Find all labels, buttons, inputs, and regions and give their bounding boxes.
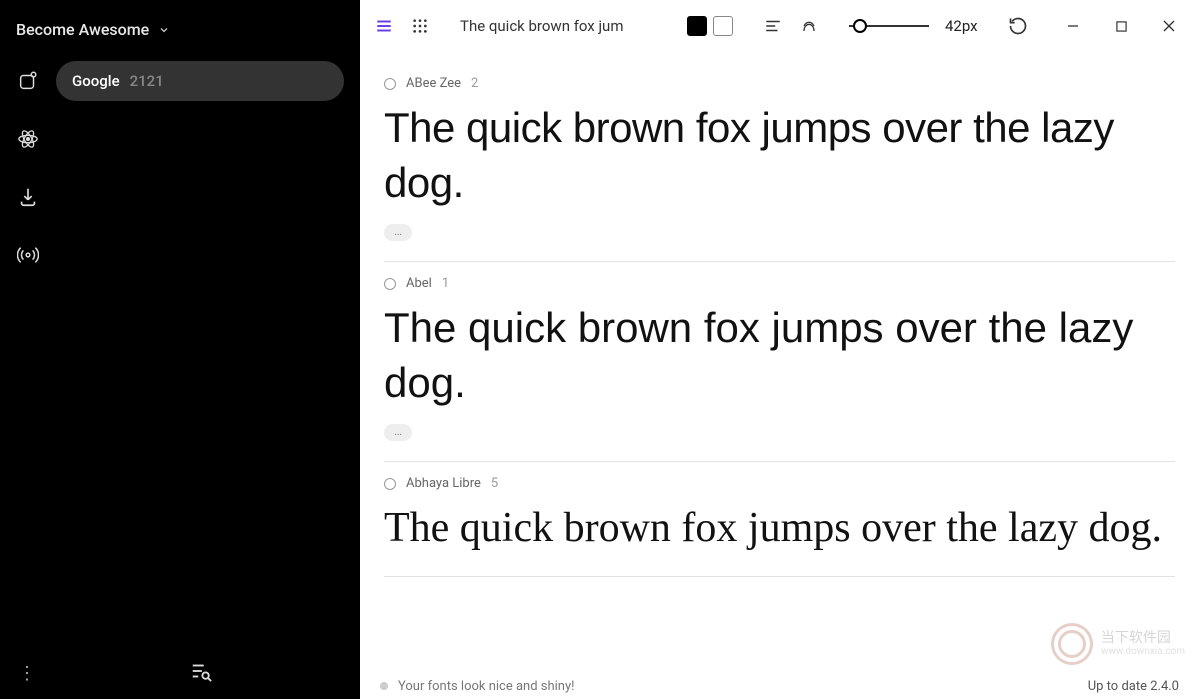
list-view-icon[interactable] [372,14,396,38]
font-name: Abhaya Libre [406,476,481,491]
size-slider[interactable] [849,16,929,36]
folder-icon[interactable] [16,69,40,93]
workspace-title: Become Awesome [16,20,149,39]
toolbar: 42px [360,0,1199,52]
sidebar-item-label: Google [72,72,120,90]
main-panel: 42px ABee Zee 2 The [360,0,1199,699]
window-maximize-button[interactable] [1103,8,1139,44]
font-variant-count: 1 [442,276,450,291]
font-variant-count: 2 [471,76,479,91]
font-row: Abhaya Libre 5 The quick brown fox jumps… [384,462,1175,577]
window-close-button[interactable] [1151,8,1187,44]
align-left-icon[interactable] [761,14,785,38]
chevron-down-icon [157,23,171,37]
select-font-radio[interactable] [384,278,396,290]
download-icon[interactable] [16,185,40,209]
font-name: Abel [406,276,432,291]
text-color-swatch-black[interactable] [687,16,707,36]
sidebar-rail [0,55,56,647]
font-sample[interactable]: The quick brown fox jumps over the lazy … [384,301,1175,410]
status-indicator-icon [380,682,388,690]
font-sample[interactable]: The quick brown fox jumps over the lazy … [384,501,1175,556]
font-name: ABee Zee [406,76,461,91]
version-label: Up to date 2.4.0 [1088,679,1179,694]
font-row: Abel 1 The quick brown fox jumps over th… [384,262,1175,462]
ligatures-icon[interactable] [797,14,821,38]
status-message: Your fonts look nice and shiny! [398,679,575,694]
workspace-switcher[interactable]: Become Awesome [0,0,360,55]
sidebar: Become Awesome [0,0,360,699]
font-list: ABee Zee 2 The quick brown fox jumps ove… [360,52,1199,673]
sidebar-item-google[interactable]: Google 2121 [56,61,344,101]
grid-view-icon[interactable] [408,14,432,38]
text-color-swatch-white[interactable] [713,16,733,36]
sidebar-item-count: 2121 [130,72,164,90]
size-value: 42px [945,17,978,35]
select-font-radio[interactable] [384,478,396,490]
font-more-button[interactable]: … [384,424,412,441]
font-variant-count: 5 [491,476,499,491]
select-font-radio[interactable] [384,78,396,90]
atom-icon[interactable] [16,127,40,151]
broadcast-icon[interactable] [16,243,40,267]
font-more-button[interactable]: … [384,224,412,241]
sample-text-input[interactable] [460,17,659,35]
font-row: ABee Zee 2 The quick brown fox jumps ove… [384,62,1175,262]
more-menu-icon[interactable]: ⋮ [16,663,40,684]
collections-list: Google 2121 [56,55,360,647]
status-bar: Your fonts look nice and shiny! Up to da… [360,673,1199,699]
reset-icon[interactable] [1006,14,1030,38]
playlist-search-icon[interactable] [190,660,212,686]
font-sample[interactable]: The quick brown fox jumps over the lazy … [384,101,1175,210]
window-minimize-button[interactable] [1055,8,1091,44]
